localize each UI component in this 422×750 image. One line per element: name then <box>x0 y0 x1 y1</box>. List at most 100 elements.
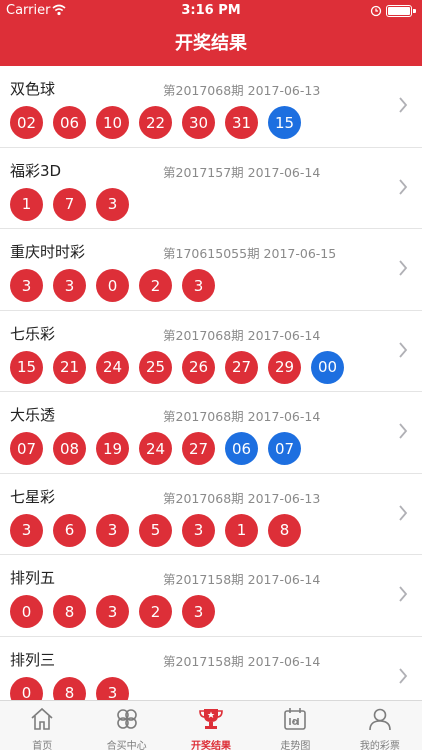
red-ball: 07 <box>10 432 43 465</box>
lottery-issue-date: 第2017068期 2017-06-14 <box>163 327 321 343</box>
lottery-row[interactable]: 大乐透 第2017068期 2017-06-14 07 08 19 24 27 06 07 <box>0 392 422 474</box>
tab-label: 走势图 <box>280 741 311 750</box>
red-ball: 1 <box>225 513 258 547</box>
red-ball: 19 <box>96 432 129 465</box>
red-ball: 8 <box>268 513 301 547</box>
red-ball: 15 <box>10 350 43 384</box>
red-ball: 3 <box>182 269 215 302</box>
lottery-row[interactable]: 重庆时时彩 第170615055期 2017-06-15 3 3 0 2 3 <box>0 229 422 311</box>
calendar-trend-icon <box>284 708 307 730</box>
lottery-issue-date: 第2017158期 2017-06-14 <box>163 572 321 587</box>
red-ball: 24 <box>96 350 129 384</box>
chevron-right-icon <box>399 260 408 276</box>
tab-label: 合买中心 <box>106 741 147 750</box>
lottery-results-list[interactable]: 双色球 第2017068期 2017-06-13 02 06 10 22 30 31 15 福彩3… <box>0 66 422 700</box>
red-ball: 7 <box>53 187 86 221</box>
lottery-issue-date: 第170615055期 2017-06-15 <box>163 246 337 261</box>
red-ball: 02 <box>10 106 43 139</box>
tab-label: 我的彩票 <box>359 741 400 750</box>
red-ball: 24 <box>139 432 172 465</box>
winning-numbers: 02 06 10 22 30 31 15 <box>10 106 301 139</box>
lottery-name: 大乐透 <box>10 406 56 424</box>
winning-numbers: 07 08 19 24 27 06 07 <box>10 432 301 465</box>
red-ball: 21 <box>53 350 86 384</box>
lottery-row[interactable]: 七星彩 第2017068期 2017-06-13 3 6 3 5 3 1 8 <box>0 474 422 555</box>
lottery-issue-date: 第2017158期 2017-06-14 <box>163 653 321 669</box>
red-ball: 31 <box>225 106 258 139</box>
lottery-name: 七星彩 <box>10 487 56 506</box>
winning-numbers: 08323 <box>10 595 215 628</box>
trophy-icon <box>199 709 223 729</box>
red-ball: 0 <box>96 269 129 302</box>
tab-calendar-trend[interactable]: 走势图 <box>253 701 337 750</box>
status-bar: Carrier 3:16 PM <box>0 0 422 22</box>
red-ball: 27 <box>182 432 215 465</box>
chevron-right-icon <box>399 97 408 113</box>
lottery-row[interactable]: 七乐彩 第2017068期 2017-06-14 15 21 24 25 26 27 29 00 <box>0 311 422 392</box>
red-ball: 26 <box>182 350 215 384</box>
red-ball: 08 <box>53 432 86 465</box>
winning-numbers: 15 21 24 25 26 27 29 00 <box>10 350 344 384</box>
red-ball: 25 <box>139 350 172 384</box>
red-ball: 1 <box>10 187 43 221</box>
red-ball: 6 <box>53 513 86 547</box>
red-ball: 27 <box>225 350 258 384</box>
red-ball: 3 <box>53 269 86 302</box>
tab-trophy[interactable]: 开奖结果 <box>169 701 253 750</box>
red-ball: 3 <box>10 513 43 547</box>
lottery-name: 重庆时时彩 <box>10 243 86 261</box>
alarm-icon <box>370 5 382 17</box>
red-ball: 3 <box>182 513 215 547</box>
home-icon <box>31 707 53 730</box>
clover-icon <box>116 709 137 729</box>
red-ball: 3 <box>96 676 129 700</box>
red-ball: 3 <box>182 595 215 628</box>
lottery-row[interactable]: 排列五 第2017158期 2017-06-14 0 8 3 2 3 <box>0 555 422 637</box>
red-ball: 30 <box>182 106 215 139</box>
lottery-issue-date: 第2017068期 2017-06-13 <box>163 83 321 98</box>
tab-label: 首页 <box>32 741 53 750</box>
nav-bar: 开奖结果 <box>0 22 422 66</box>
blue-ball: 07 <box>268 432 301 465</box>
red-ball: 0 <box>10 676 43 700</box>
red-ball: 10 <box>96 106 129 139</box>
winning-numbers: 173 <box>10 187 129 221</box>
winning-numbers: 3635318 <box>10 513 301 547</box>
chevron-right-icon <box>399 504 408 521</box>
battery-icon <box>386 5 416 17</box>
red-ball: 3 <box>96 513 129 547</box>
red-ball: 5 <box>139 513 172 547</box>
winning-numbers: 33023 <box>10 269 215 302</box>
chevron-right-icon <box>399 423 408 439</box>
tab-home[interactable]: 首页 <box>0 701 84 750</box>
lottery-name: 福彩3D <box>10 161 62 180</box>
tab-label: 开奖结果 <box>191 741 232 750</box>
lottery-issue-date: 第2017068期 2017-06-13 <box>163 490 321 506</box>
tab-clover[interactable]: 合买中心 <box>84 701 168 750</box>
lottery-row[interactable]: 排列三 第2017158期 2017-06-14 0 8 3 <box>0 637 422 700</box>
red-ball: 0 <box>10 595 43 628</box>
tab-bar: 首页 合买中心 开奖结果 走势图 我的彩票 <box>0 700 422 750</box>
blue-ball: 06 <box>225 432 258 465</box>
chevron-right-icon <box>399 341 408 358</box>
red-ball: 8 <box>53 595 86 628</box>
red-ball: 22 <box>139 106 172 139</box>
lottery-row[interactable]: 双色球 第2017068期 2017-06-13 02 06 10 22 30 31 15 <box>0 66 422 148</box>
red-ball: 06 <box>53 106 86 139</box>
red-ball: 3 <box>96 595 129 628</box>
lottery-name: 七乐彩 <box>10 324 56 343</box>
lottery-name: 排列三 <box>10 650 56 669</box>
lottery-name: 双色球 <box>10 80 56 98</box>
lottery-name: 排列五 <box>10 569 56 587</box>
tab-user[interactable]: 我的彩票 <box>338 701 422 750</box>
winning-numbers: 083 <box>10 676 129 700</box>
chevron-right-icon <box>399 586 408 602</box>
chevron-right-icon <box>399 667 408 684</box>
user-icon <box>369 708 391 731</box>
chevron-right-icon <box>399 178 408 195</box>
lottery-row[interactable]: 福彩3D 第2017157期 2017-06-14 1 7 3 <box>0 148 422 229</box>
blue-ball: 00 <box>311 350 344 384</box>
red-ball: 29 <box>268 350 301 384</box>
red-ball: 2 <box>139 595 172 628</box>
red-ball: 8 <box>53 676 86 700</box>
